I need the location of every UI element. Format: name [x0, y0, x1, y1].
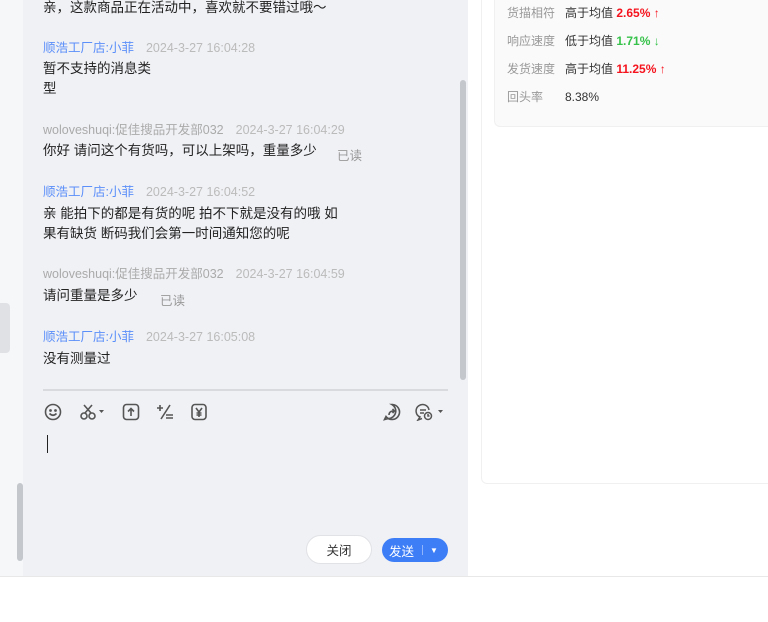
message-header: 顺浩工厂店:小菲 2024-3-27 16:04:52: [43, 181, 255, 200]
sender-name: woloveshuqi:促佳搜品开发部032: [43, 123, 224, 137]
emoji-icon[interactable]: [42, 401, 64, 423]
read-status: 已读: [337, 149, 363, 163]
message-input[interactable]: [47, 435, 48, 453]
close-button[interactable]: 关闭: [306, 535, 372, 564]
message-header: 顺浩工厂店:小菲 2024-3-27 16:05:08: [43, 326, 255, 345]
message-text: 请问重量是多少: [43, 288, 138, 303]
read-status: 已读: [160, 294, 186, 308]
message-header: woloveshuqi:促佳搜品开发部032 2024-3-27 16:04:29: [43, 119, 345, 138]
message-text: 亲，这款商品正在活动中，喜欢就不要错过哦～: [43, 0, 327, 15]
chat-scrollbar[interactable]: [460, 80, 466, 380]
arrow-down-icon: ↓: [653, 34, 660, 48]
stat-row: 响应速度 低于均值 1.71% ↓: [507, 34, 660, 48]
upload-icon[interactable]: [120, 401, 142, 423]
arrow-up-icon: ↑: [653, 6, 660, 20]
sender-name: 顺浩工厂店:小菲: [43, 185, 134, 199]
arrow-up-icon: ↑: [659, 62, 666, 76]
scissors-icon[interactable]: [78, 401, 106, 423]
message-text: 暂不支持的消息类型: [43, 61, 151, 96]
left-panel-handle[interactable]: [0, 303, 10, 353]
message-text: 亲 能拍下的都是有货的呢 拍不下就是没有的哦 如果有缺货 断码我们会第一时间通知…: [43, 206, 338, 241]
message-time: 2024-3-27 16:04:29: [235, 123, 345, 137]
sender-name: 顺浩工厂店:小菲: [43, 41, 134, 55]
message-time: 2024-3-27 16:04:52: [145, 185, 256, 199]
plus-minus-icon[interactable]: [154, 401, 176, 423]
stat-row: 回头率 8.38%: [507, 90, 600, 104]
forward-icon[interactable]: [381, 401, 403, 423]
message-text: 你好 请问这个有货吗，可以上架吗，重量多少: [43, 143, 317, 158]
stat-row: 货描相符 高于均值 2.65% ↑: [507, 6, 660, 20]
sender-name: 顺浩工厂店:小菲: [43, 330, 134, 344]
quick-reply-icon[interactable]: [415, 401, 445, 423]
send-button[interactable]: 发送 ▼: [382, 538, 448, 562]
input-divider: [43, 389, 448, 391]
message-header: 顺浩工厂店:小菲 2024-3-27 16:04:28: [43, 37, 255, 56]
message-time: 2024-3-27 16:05:08: [145, 330, 256, 344]
send-options-chevron-icon[interactable]: ▼: [430, 546, 438, 555]
stat-row: 发货速度 高于均值 11.25% ↑: [507, 62, 666, 76]
message-time: 2024-3-27 16:04:28: [145, 41, 256, 55]
message-header: woloveshuqi:促佳搜品开发部032 2024-3-27 16:04:59: [43, 263, 345, 282]
send-label: 发送: [389, 544, 415, 559]
bottom-divider: [0, 576, 768, 577]
message-text: 没有测量过: [43, 351, 111, 366]
yuan-coupon-icon[interactable]: [188, 401, 210, 423]
sender-name: woloveshuqi:促佳搜品开发部032: [43, 267, 224, 281]
message-time: 2024-3-27 16:04:59: [235, 267, 345, 281]
